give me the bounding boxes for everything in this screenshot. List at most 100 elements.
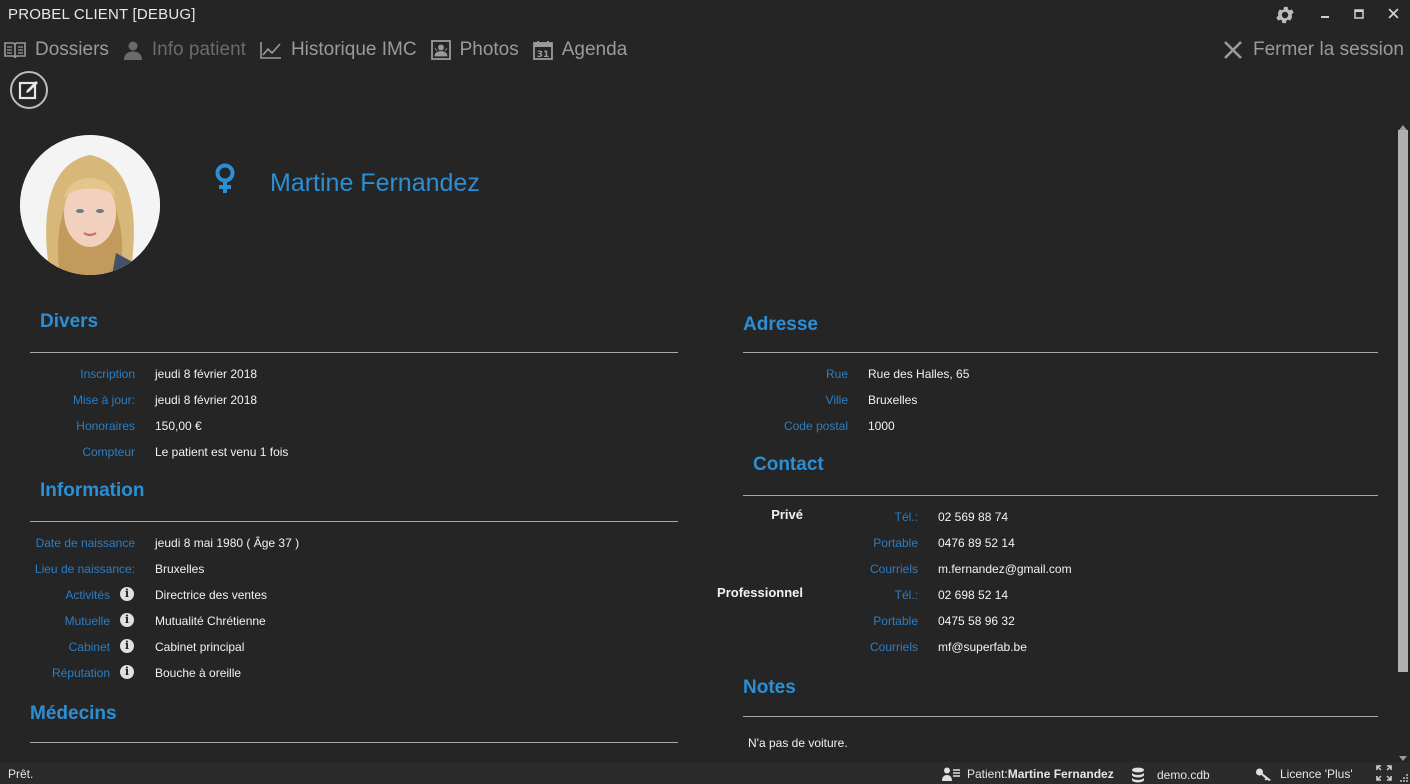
field-value-mutuelle: Mutualité Chrétienne [155, 614, 266, 628]
divider [30, 742, 678, 743]
photo-icon [430, 40, 451, 60]
status-bar: Prêt. Patient: Martine Fernandez demo.cd… [0, 762, 1410, 784]
info-icon[interactable]: i [120, 639, 134, 653]
resize-grip-icon [1400, 774, 1408, 782]
line-chart-icon [260, 42, 281, 59]
status-patient: Patient: Martine Fernandez [942, 767, 1114, 781]
status-license-label: Licence 'Plus' [1280, 767, 1353, 781]
key-icon [1256, 768, 1271, 781]
close-icon [1387, 8, 1399, 19]
nav-label: Photos [459, 39, 519, 60]
field-value-courriels-pro[interactable]: mf@superfab.be [938, 640, 1027, 654]
nav-photos[interactable]: Photos [430, 39, 519, 61]
field-label-mutuelle: Mutuelle [64, 614, 110, 628]
field-value-tel-pro: 02 698 52 14 [938, 588, 1009, 602]
edit-button[interactable] [10, 71, 48, 109]
field-label-rue: Rue [825, 367, 848, 381]
field-label-portable-prive: Portable [873, 536, 918, 550]
nav-label: Agenda [561, 39, 628, 60]
section-title-contact: Contact [753, 454, 824, 475]
status-patient-prefix: Patient: [967, 767, 1008, 781]
field-value-rue: Rue des Halles, 65 [868, 367, 970, 381]
field-label-portable-pro: Portable [873, 614, 918, 628]
section-title-divers: Divers [40, 311, 99, 332]
field-value-reputation: Bouche à oreille [155, 666, 242, 680]
field-label-mise-a-jour: Mise à jour: [72, 393, 135, 407]
logout-button[interactable]: Fermer la session [1223, 36, 1404, 64]
patient-photo [20, 135, 160, 275]
field-label-courriels-pro: Courriels [869, 640, 918, 654]
field-value-portable-pro: 0475 58 96 32 [938, 614, 1015, 628]
status-database: demo.cdb [1131, 767, 1210, 783]
main-nav: Dossiers Info patient Historique IMC Pho… [4, 36, 641, 64]
avatar [20, 135, 160, 275]
divider [743, 495, 1378, 496]
user-icon [123, 41, 142, 60]
resize-grip[interactable] [1398, 772, 1410, 782]
close-window-button[interactable] [1381, 4, 1405, 26]
field-label-compteur: Compteur [82, 445, 135, 459]
field-value-activites: Directrice des ventes [155, 588, 268, 602]
divider [743, 352, 1378, 353]
patient-name: Martine Fernandez [270, 169, 480, 197]
divider [30, 352, 678, 353]
nav-historique-imc[interactable]: Historique IMC [260, 39, 417, 61]
fullscreen-button[interactable] [1376, 765, 1399, 781]
field-value-lieu-naissance: Bruxelles [155, 562, 205, 576]
nav-info-patient[interactable]: Info patient [123, 39, 246, 61]
section-title-notes: Notes [743, 677, 796, 698]
status-license: Licence 'Plus' [1255, 767, 1353, 781]
calendar-day: 31 [536, 50, 549, 60]
logout-label: Fermer la session [1253, 39, 1404, 60]
gear-icon [1276, 6, 1294, 24]
status-database-name: demo.cdb [1157, 768, 1210, 782]
field-value-mise-a-jour: jeudi 8 février 2018 [155, 393, 258, 407]
expand-icon [1376, 765, 1392, 781]
field-value-courriels-prive[interactable]: m.fernandez@gmail.com [938, 562, 1072, 576]
section-title-medecins: Médecins [30, 703, 117, 724]
field-label-tel-pro: Tél.: [894, 588, 918, 602]
calendar-icon: 31 [532, 41, 553, 60]
close-icon [1224, 41, 1242, 59]
gender-female-icon [212, 163, 238, 200]
info-icon[interactable]: i [120, 665, 134, 679]
maximize-button[interactable] [1347, 4, 1371, 26]
nav-label: Dossiers [35, 39, 109, 60]
book-icon [4, 42, 26, 59]
divider [30, 521, 678, 522]
minimize-icon [1321, 16, 1329, 18]
contact-heading-prive: Privé [771, 507, 803, 522]
settings-button[interactable] [1273, 4, 1297, 26]
minimize-button[interactable] [1313, 4, 1337, 26]
nav-agenda[interactable]: 31 Agenda [532, 39, 628, 61]
field-value-portable-prive: 0476 89 52 14 [938, 536, 1015, 550]
field-label-code-postal: Code postal [783, 419, 848, 433]
field-value-date-naissance: jeudi 8 mai 1980 ( Âge 37 ) [155, 536, 300, 550]
field-label-date-naissance: Date de naissance [35, 536, 135, 550]
edit-icon [18, 81, 38, 100]
divider [743, 716, 1378, 717]
nav-dossiers[interactable]: Dossiers [4, 39, 109, 61]
field-label-cabinet: Cabinet [68, 640, 110, 654]
info-icon[interactable]: i [120, 587, 134, 601]
status-ready: Prêt. [8, 767, 34, 781]
section-title-information: Information [40, 480, 145, 501]
field-label-tel-prive: Tél.: [894, 510, 918, 524]
notes-text: N'a pas de voiture. [748, 736, 848, 750]
nav-label: Historique IMC [290, 39, 417, 60]
field-label-reputation: Réputation [51, 666, 110, 680]
field-value-cabinet: Cabinet principal [155, 640, 245, 654]
maximize-icon [1354, 9, 1364, 19]
field-value-ville: Bruxelles [868, 393, 918, 407]
field-label-honoraires: Honoraires [76, 419, 135, 433]
field-value-compteur: Le patient est venu 1 fois [155, 445, 289, 459]
field-label-activites: Activités [65, 588, 110, 602]
field-value-inscription: jeudi 8 février 2018 [155, 367, 258, 381]
patient-card-icon [942, 767, 960, 781]
field-label-inscription: Inscription [80, 367, 135, 381]
field-value-code-postal: 1000 [868, 419, 895, 433]
scrollbar-thumb[interactable] [1398, 130, 1408, 672]
info-icon[interactable]: i [120, 613, 134, 627]
window-title: PROBEL CLIENT [DEBUG] [8, 6, 196, 23]
contact-heading-professionnel: Professionnel [717, 585, 803, 600]
